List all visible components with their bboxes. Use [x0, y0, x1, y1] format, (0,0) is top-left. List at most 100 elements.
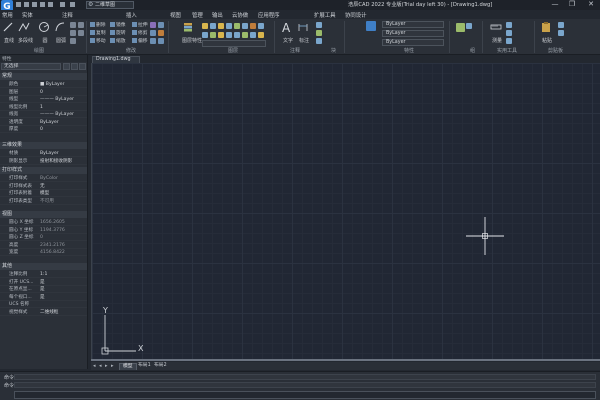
prop-row[interactable]: 打印表类型 不可用 [0, 198, 87, 205]
prop-row[interactable]: 线型 ——— ByLayer [0, 96, 87, 104]
chamfer-icon[interactable] [158, 22, 164, 28]
layer-unlock-icon[interactable] [218, 32, 224, 38]
menu-cloud[interactable]: 云协做 [232, 11, 248, 19]
select-objects-icon[interactable] [71, 63, 78, 70]
section-3d-effects[interactable]: 三维效果 [0, 142, 87, 149]
layer-merge-icon[interactable] [258, 23, 264, 29]
text-tool[interactable]: A 文字 [281, 21, 295, 45]
group-icon[interactable] [456, 23, 465, 32]
layer-delete-icon[interactable] [250, 32, 256, 38]
join-icon[interactable] [158, 38, 164, 44]
prop-row[interactable]: 打印样式 ByColor [0, 175, 87, 183]
prop-row[interactable]: 图层 0 [0, 89, 87, 96]
prop-row[interactable]: 每个视口... 是 [0, 294, 87, 301]
menu-home[interactable]: 常用 [2, 11, 13, 19]
menu-extend[interactable]: 扩展工具 [314, 11, 336, 19]
area-icon[interactable] [506, 30, 512, 36]
toggle-pickadd-icon[interactable] [63, 63, 70, 70]
match-properties-icon[interactable] [366, 21, 376, 31]
tab-model[interactable]: 模型 [119, 363, 137, 370]
id-point-icon[interactable] [506, 22, 512, 28]
print-icon[interactable] [48, 2, 53, 7]
prop-row[interactable]: 圆心 Y 坐标 1194.3776 [0, 227, 87, 234]
save-as-icon[interactable] [40, 2, 45, 7]
selection-dropdown[interactable]: 无选择 [1, 63, 61, 70]
document-tab[interactable]: Drawing1.dwg [92, 56, 140, 63]
prop-row[interactable]: 线宽 ——— ByLayer [0, 111, 87, 119]
undo-icon[interactable] [60, 2, 65, 7]
offset-tool[interactable]: 偏移 [132, 37, 148, 44]
section-general[interactable]: 常规 [0, 73, 87, 80]
move-tool[interactable]: 移动 [90, 37, 106, 44]
ungroup-icon[interactable] [466, 23, 472, 29]
prop-row[interactable]: 打印表附着 模型 [0, 190, 87, 198]
color-dropdown[interactable]: ByLayer [382, 21, 444, 28]
open-file-icon[interactable] [24, 2, 29, 7]
cut-icon[interactable] [558, 22, 564, 28]
paste-tool[interactable]: 粘贴 [540, 21, 554, 45]
erase-tool[interactable]: 删除 [90, 21, 106, 28]
drawing-canvas[interactable]: Y X [91, 63, 600, 359]
copy-tool[interactable]: 复制 [90, 29, 106, 36]
redo-icon[interactable] [70, 2, 75, 7]
section-view[interactable]: 视图 [0, 211, 87, 218]
hatch-icon[interactable] [70, 30, 76, 36]
layer-properties-tool[interactable]: 图层特性 [182, 21, 202, 45]
stretch-tool[interactable]: 拉伸 [132, 21, 148, 28]
calculator-icon[interactable] [506, 38, 512, 44]
layer-freeze-icon[interactable] [210, 23, 216, 29]
prop-row[interactable]: 在原点显... 是 [0, 286, 87, 294]
layer-off-icon[interactable] [202, 32, 208, 38]
prop-row[interactable]: 圆心 Z 坐标 0 [0, 234, 87, 242]
layer-isolate-icon[interactable] [226, 23, 232, 29]
prop-row[interactable]: 厚度 0 [0, 126, 87, 134]
layer-prev-icon[interactable] [242, 23, 248, 29]
lineweight-dropdown[interactable]: ByLayer [382, 39, 444, 46]
prop-row[interactable]: 颜色 ■ ByLayer [0, 81, 87, 89]
layer-walk-icon[interactable] [250, 23, 256, 29]
new-file-icon[interactable] [16, 2, 21, 7]
prop-row[interactable]: 高度 2341.2176 [0, 242, 87, 249]
layer-thaw-icon[interactable] [210, 32, 216, 38]
dimension-tool[interactable]: 标注 [297, 21, 311, 45]
tab-layout2[interactable]: 布局2 [151, 363, 170, 370]
spline-icon[interactable] [78, 30, 84, 36]
command-input[interactable] [14, 391, 596, 399]
point-icon[interactable] [78, 22, 84, 28]
rotate-tool[interactable]: 旋转 [110, 29, 126, 36]
menu-manage[interactable]: 管理 [192, 11, 203, 19]
menu-apps[interactable]: 应用程序 [258, 11, 280, 19]
menu-collab[interactable]: 协同设计 [345, 11, 367, 19]
circle-tool[interactable]: 圆 [38, 21, 52, 45]
block-create-icon[interactable] [316, 30, 322, 36]
trim-tool[interactable]: 修剪 [132, 29, 148, 36]
block-edit-icon[interactable] [316, 38, 322, 44]
menu-solid[interactable]: 实体 [22, 11, 33, 19]
prop-row[interactable]: 透明度 ByLayer [0, 119, 87, 126]
ellipse-icon[interactable] [70, 38, 76, 44]
explode-icon[interactable] [150, 38, 156, 44]
layer-lock-icon[interactable] [218, 23, 224, 29]
prop-row[interactable]: 圆心 X 坐标 1656.2605 [0, 219, 87, 227]
mirror-tool[interactable]: 镜像 [110, 21, 126, 28]
linetype-dropdown[interactable]: ByLayer [382, 30, 444, 37]
layer-change-icon[interactable] [258, 32, 264, 38]
section-misc[interactable]: 其他 [0, 263, 87, 270]
polyline-tool[interactable]: 多段线 [18, 21, 33, 45]
break-icon[interactable] [158, 30, 164, 36]
prop-row[interactable]: 视觉样式 二维线框 [0, 309, 87, 316]
minimize-button[interactable]: — [548, 0, 562, 10]
menu-annotate[interactable]: 注释 [62, 11, 73, 19]
scale-tool[interactable]: 缩放 [110, 37, 126, 44]
prev-tab-button[interactable]: ◂ [99, 363, 102, 369]
fillet-icon[interactable] [150, 30, 156, 36]
layer-match-icon[interactable] [234, 23, 240, 29]
menu-insert[interactable]: 插入 [126, 11, 137, 19]
save-icon[interactable] [32, 2, 37, 7]
maximize-button[interactable]: ❐ [565, 0, 579, 10]
first-tab-button[interactable]: ◂ [93, 363, 96, 369]
prop-row[interactable]: 材质 ByLayer [0, 150, 87, 158]
workspace-select[interactable]: ⚙ 二维草图 [86, 1, 134, 9]
layer-current-icon[interactable] [226, 32, 232, 38]
last-tab-button[interactable]: ▸ [111, 363, 114, 369]
